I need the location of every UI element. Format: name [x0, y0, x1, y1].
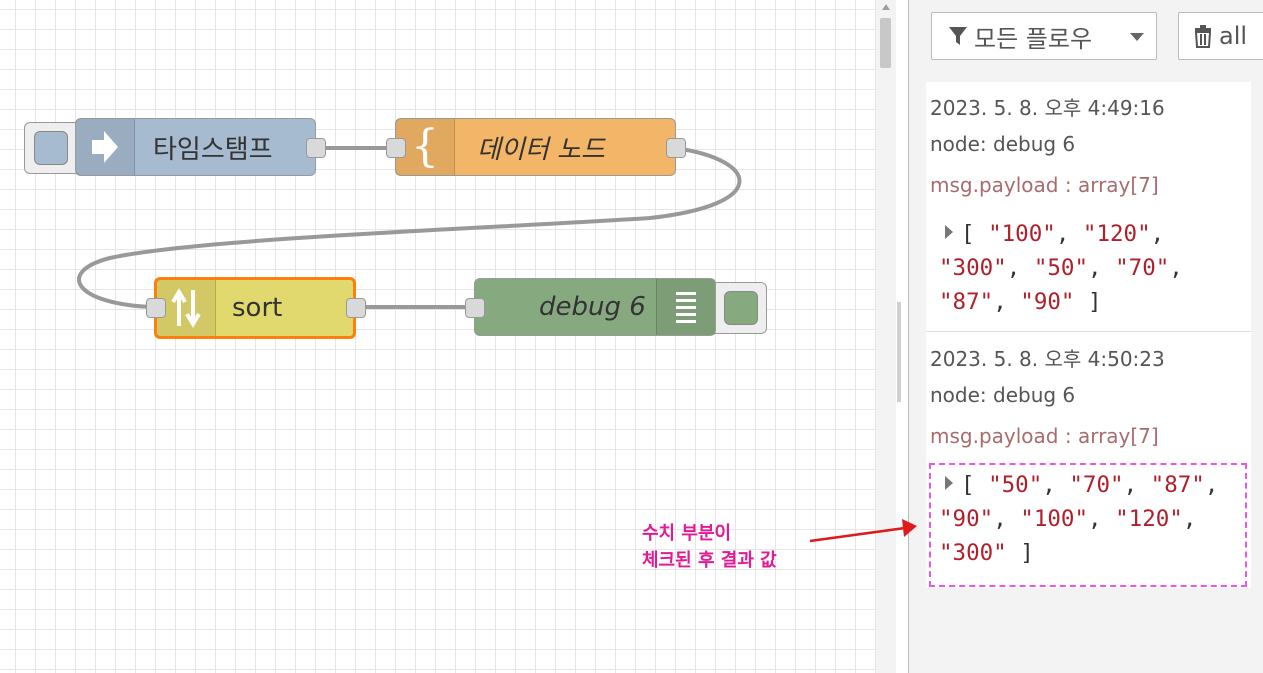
message-timestamp: 2023. 5. 8. 오후 4:50:23 — [930, 347, 1165, 371]
message-topic: msg.payload : array[7] — [930, 173, 1159, 197]
divider-handle[interactable] — [897, 302, 901, 402]
debug-toggle-inner — [724, 291, 758, 325]
filter-funnel-icon — [949, 27, 967, 45]
expand-triangle-icon[interactable] — [945, 225, 953, 239]
array-value: "70" — [1115, 255, 1170, 281]
debug-message-list: 2023. 5. 8. 오후 4:49:16 node: debug 6 msg… — [926, 82, 1251, 588]
sort-node-label: sort — [232, 293, 283, 323]
clear-messages-button[interactable]: all — [1178, 12, 1263, 60]
template-input-port[interactable] — [386, 138, 406, 158]
sort-arrows-icon — [171, 288, 201, 328]
message-topic: msg.payload : array[7] — [930, 424, 1159, 448]
array-value: "90" — [1020, 289, 1075, 315]
debug-node[interactable]: debug 6 — [465, 278, 716, 336]
array-value: "100" — [1020, 506, 1089, 532]
message-separator — [926, 331, 1251, 332]
message-payload[interactable]: [ "50", "70", "87", "90", "100", "120", "3… — [939, 468, 1244, 570]
message-node-link[interactable]: node: debug 6 — [930, 383, 1075, 407]
sort-output-port[interactable] — [346, 298, 366, 318]
list-lines-icon — [676, 292, 696, 323]
inject-node-label: 타임스탬프 — [153, 134, 273, 165]
array-value: "100" — [988, 221, 1056, 247]
array-value: "120" — [1082, 221, 1151, 247]
array-value: "90" — [939, 506, 994, 532]
template-node-label: 데이터 노드 — [477, 134, 605, 165]
inject-icon-box — [76, 119, 135, 175]
debug-sidebar: 모든 플로우 all 2023. 5. 8. 오후 4:49:16 node: … — [908, 0, 1263, 673]
sort-node[interactable]: sort — [146, 277, 366, 339]
inject-output-port[interactable] — [306, 138, 326, 158]
array-value: "70" — [1069, 472, 1124, 498]
template-output-port[interactable] — [666, 138, 686, 158]
array-value: "50" — [1033, 255, 1089, 281]
array-value: "87" — [1150, 472, 1205, 498]
annotation-line2: 체크된 후 결과 값 — [642, 550, 777, 571]
template-node[interactable]: { 데이터 노드 — [386, 118, 686, 176]
arrow-right-icon — [92, 131, 118, 163]
message-payload[interactable]: [ "100", "120", "300", "50", "70", "87", "… — [939, 217, 1244, 319]
debug-node-label: debug 6 — [539, 292, 646, 322]
inject-trigger-inner — [34, 131, 68, 165]
curly-brace-icon: { — [411, 121, 439, 172]
debug-message: 2023. 5. 8. 오후 4:50:23 node: debug 6 msg… — [926, 333, 1251, 583]
message-node-link[interactable]: node: debug 6 — [930, 132, 1075, 156]
message-timestamp: 2023. 5. 8. 오후 4:49:16 — [930, 96, 1165, 120]
array-value: "300" — [939, 255, 1007, 281]
array-value: "120" — [1115, 506, 1183, 532]
clear-label: all — [1219, 22, 1248, 50]
annotation-line1: 수치 부분이 — [642, 523, 732, 544]
debug-input-port[interactable] — [465, 298, 485, 318]
array-value: "300" — [939, 540, 1007, 566]
flow-workspace[interactable]: 타임스탬프 { 데이터 노드 sort debug 6 수치 부분이 체크된 후… — [0, 0, 876, 673]
scrollbar-thumb[interactable] — [880, 18, 891, 68]
expand-triangle-icon[interactable] — [945, 476, 953, 490]
inject-node[interactable]: 타임스탬프 — [75, 118, 326, 176]
filter-label: 모든 플로우 — [974, 24, 1093, 53]
filter-flows-dropdown[interactable]: 모든 플로우 — [931, 12, 1157, 60]
sidebar-divider[interactable] — [896, 0, 908, 673]
debug-toolbar: 모든 플로우 all — [909, 0, 1263, 78]
scroll-up-arrow-icon[interactable] — [882, 4, 890, 10]
chevron-down-icon — [1130, 33, 1144, 41]
debug-message: 2023. 5. 8. 오후 4:49:16 node: debug 6 msg… — [926, 82, 1251, 332]
array-value: "87" — [939, 289, 994, 315]
workspace-scrollbar[interactable] — [876, 0, 896, 673]
array-value: "50" — [988, 472, 1043, 498]
trash-icon — [1194, 25, 1212, 48]
debug-icon-box — [656, 279, 715, 335]
sort-input-port[interactable] — [146, 298, 166, 318]
annotation-text: 수치 부분이 체크된 후 결과 값 — [642, 520, 777, 574]
